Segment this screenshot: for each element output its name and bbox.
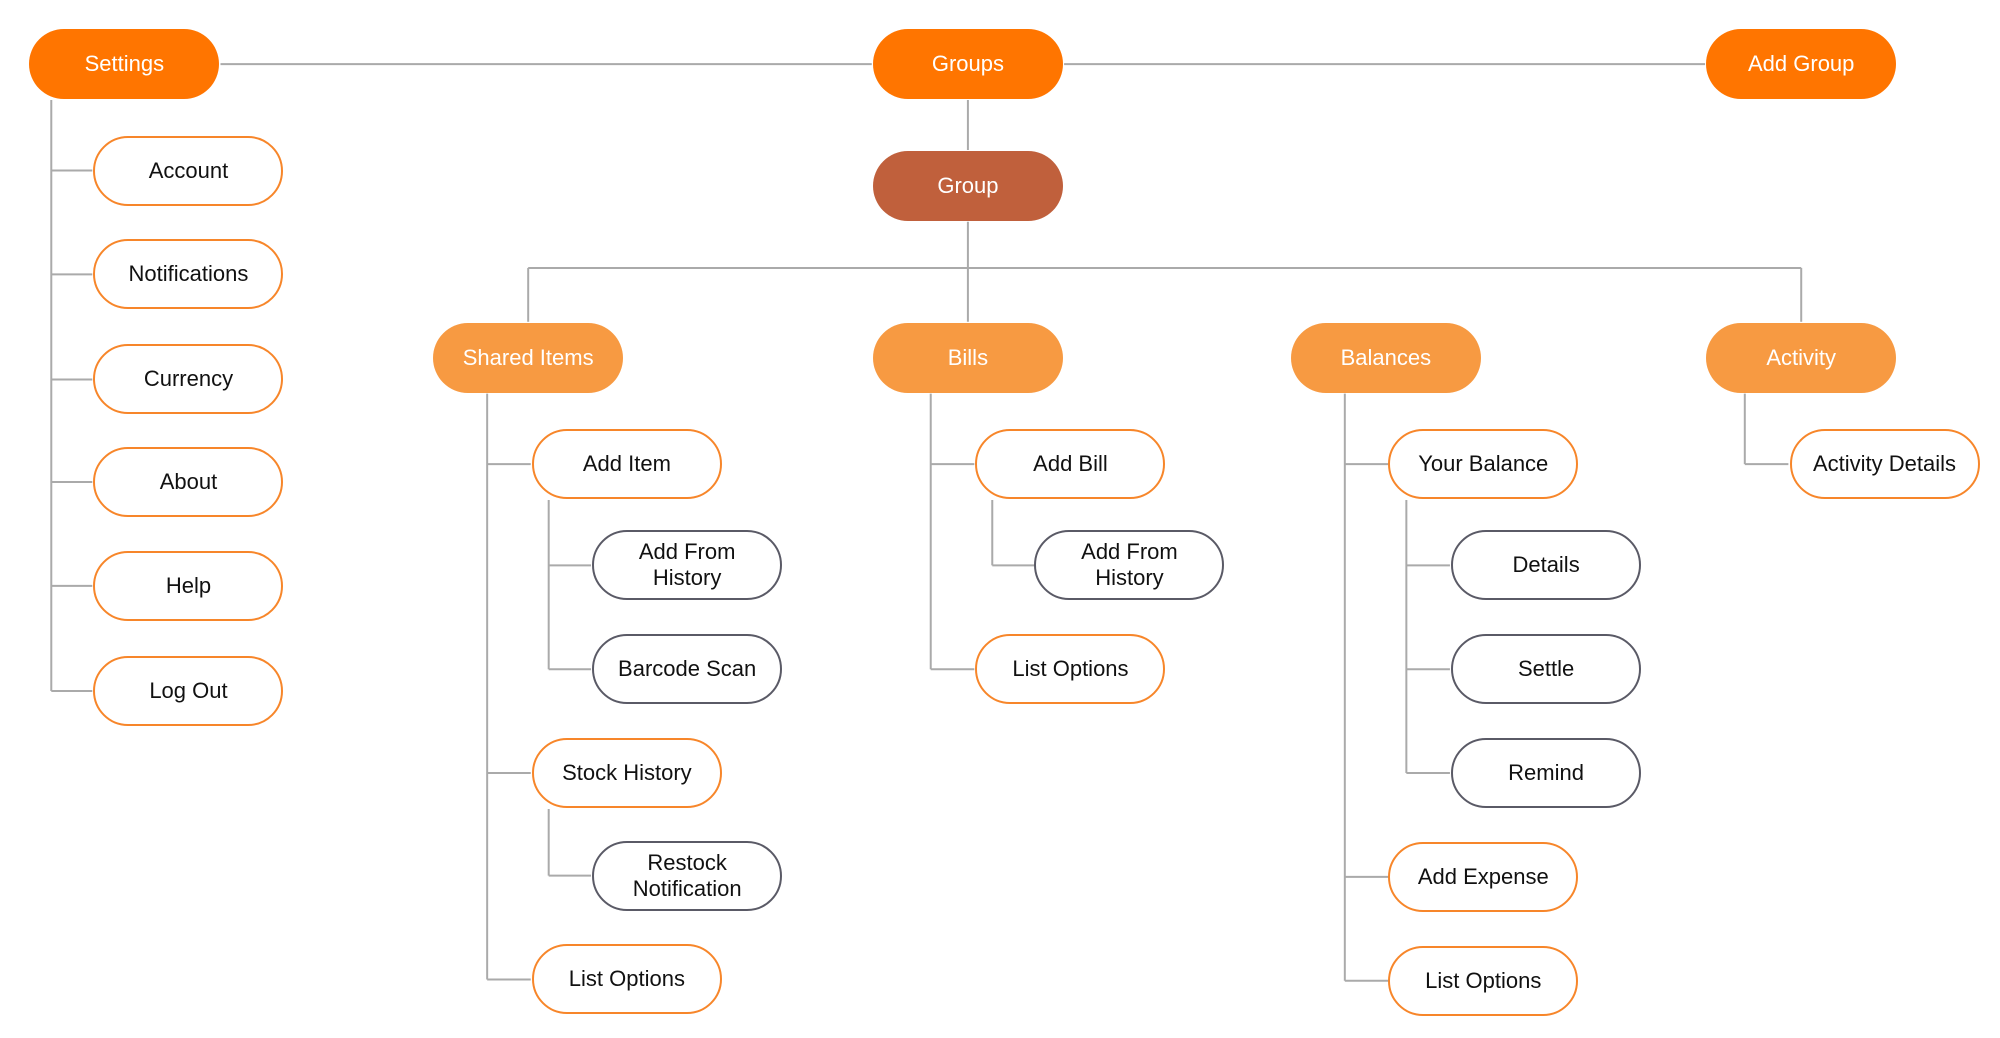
node-group[interactable]: Group <box>872 150 1063 221</box>
node-add-item[interactable]: Add Item <box>531 429 722 500</box>
node-currency[interactable]: Currency <box>93 344 284 415</box>
node-shared-items[interactable]: Shared Items <box>433 322 624 393</box>
node-label: Details <box>1512 552 1580 578</box>
node-activity-details[interactable]: Activity Details <box>1789 429 1980 500</box>
node-label: Remind <box>1508 760 1584 786</box>
node-label: Groups <box>931 51 1004 77</box>
node-label: Add From History <box>638 539 736 591</box>
node-label: Group <box>937 172 999 198</box>
node-label: Notifications <box>128 261 249 287</box>
node-about[interactable]: About <box>93 447 284 518</box>
node-label: Shared Items <box>462 344 594 370</box>
node-label: Settings <box>84 51 165 77</box>
node-label: Bills <box>947 344 989 370</box>
node-label: Stock History <box>562 760 692 786</box>
node-label: Settle <box>1517 656 1575 682</box>
node-label: About <box>159 469 218 495</box>
node-label: Activity Details <box>1813 451 1957 477</box>
node-remind[interactable]: Remind <box>1451 738 1642 809</box>
node-your-balance[interactable]: Your Balance <box>1388 429 1579 500</box>
node-barcode-scan[interactable]: Barcode Scan <box>592 634 783 705</box>
node-add-expense[interactable]: Add Expense <box>1388 841 1579 912</box>
node-label: Add Group <box>1748 51 1855 77</box>
node-restock-notification[interactable]: Restock Notification <box>592 840 783 911</box>
node-account[interactable]: Account <box>93 135 284 206</box>
node-label: List Options <box>1012 656 1129 682</box>
node-b-list-options[interactable]: List Options <box>975 634 1166 705</box>
node-notifications[interactable]: Notifications <box>93 239 284 310</box>
node-label: Barcode Scan <box>618 656 757 682</box>
node-log-out[interactable]: Log Out <box>93 655 284 726</box>
node-label: Help <box>165 572 212 598</box>
node-bills[interactable]: Bills <box>872 322 1063 393</box>
node-groups[interactable]: Groups <box>872 29 1063 100</box>
node-label: Your Balance <box>1418 451 1549 477</box>
node-label: Account <box>148 157 229 183</box>
node-si-list-options[interactable]: List Options <box>531 944 722 1015</box>
node-label: Log Out <box>149 677 228 703</box>
node-label: Add Item <box>582 451 671 477</box>
node-balances[interactable]: Balances <box>1290 322 1481 393</box>
node-label: Restock Notification <box>632 849 742 901</box>
node-label: Activity <box>1766 344 1837 370</box>
node-activity[interactable]: Activity <box>1706 322 1897 393</box>
node-help[interactable]: Help <box>93 550 284 621</box>
node-bal-list-options[interactable]: List Options <box>1388 945 1579 1016</box>
node-label: Balances <box>1340 344 1432 370</box>
node-label: Add Bill <box>1033 451 1108 477</box>
node-label: Add From History <box>1081 539 1178 591</box>
node-label: List Options <box>1425 967 1542 993</box>
node-settings[interactable]: Settings <box>29 29 220 100</box>
node-add-bill[interactable]: Add Bill <box>975 429 1166 500</box>
node-label: Currency <box>143 366 234 392</box>
node-si-add-from-history[interactable]: Add From History <box>592 530 783 601</box>
node-label: List Options <box>568 966 685 992</box>
node-label: Add Expense <box>1417 863 1549 889</box>
node-settle[interactable]: Settle <box>1451 634 1642 705</box>
node-b-add-from-history[interactable]: Add From History <box>1034 530 1225 601</box>
node-details[interactable]: Details <box>1451 530 1642 601</box>
node-stock-history[interactable]: Stock History <box>531 738 722 809</box>
node-add-group[interactable]: Add Group <box>1706 29 1897 100</box>
